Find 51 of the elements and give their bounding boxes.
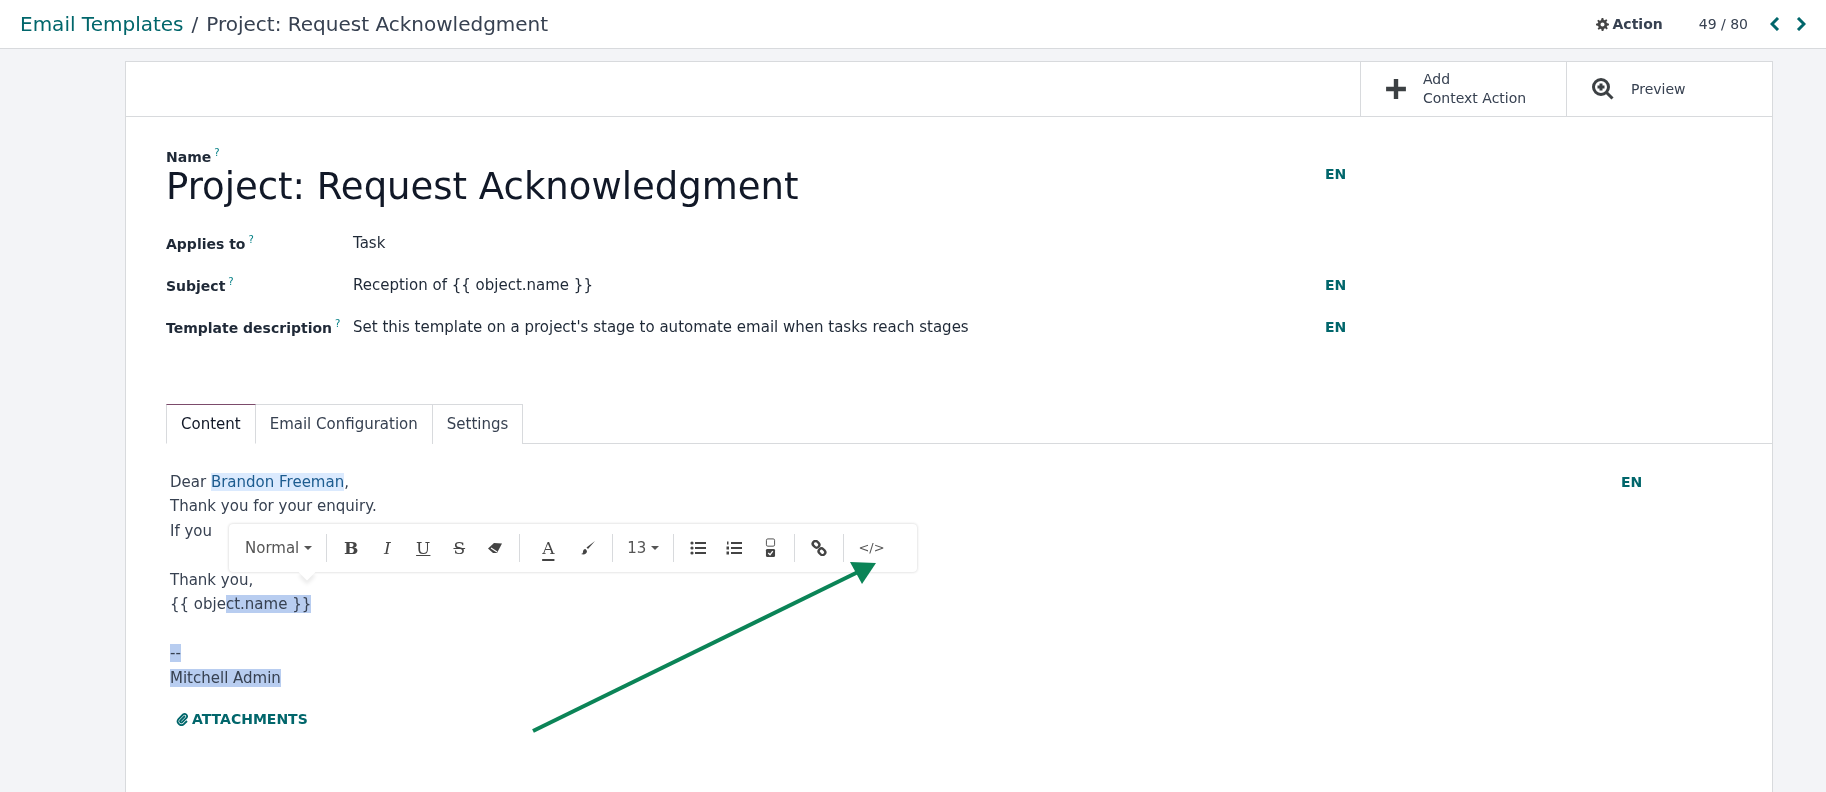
body-text: ct.name }} xyxy=(225,595,312,614)
tab[interactable]: Settings xyxy=(432,403,524,444)
language-button[interactable]: EN xyxy=(1325,276,1347,293)
paperclip-icon xyxy=(176,712,188,727)
format-button[interactable]: B xyxy=(333,530,370,565)
zoom-in-icon xyxy=(1591,77,1615,101)
font-size-dropdown[interactable]: 13 xyxy=(619,530,668,565)
field-label: Subject $^{?}$ xyxy=(166,275,235,294)
field-label: Applies to $^{?}$ xyxy=(166,233,255,252)
tab[interactable]: Content xyxy=(166,403,256,444)
body-text: -- xyxy=(170,644,181,663)
field-label: Template description $^{?}$ xyxy=(166,317,342,336)
bullet-list-icon xyxy=(690,540,707,555)
format-button[interactable]: U xyxy=(405,530,442,565)
language-button[interactable]: EN xyxy=(1325,318,1347,335)
paragraph-style-dropdown[interactable]: Normal xyxy=(237,530,321,565)
tab[interactable]: Email Configuration xyxy=(255,403,433,444)
brush-icon xyxy=(580,539,597,556)
body-text: , xyxy=(344,472,349,491)
checklist-icon xyxy=(764,537,776,558)
format-button[interactable]: S xyxy=(441,530,478,565)
field-value[interactable]: Set this template on a project's stage to automate email when tasks reach stages xyxy=(353,317,1325,336)
body-text: Thank you, xyxy=(170,570,254,589)
plus-icon xyxy=(1385,78,1407,100)
eraser-icon xyxy=(487,541,504,554)
chevron-left-icon[interactable] xyxy=(1770,17,1780,31)
body-text: Mitchell Admin xyxy=(170,668,281,687)
body-text: If you xyxy=(170,521,213,540)
body-text: Dear xyxy=(170,472,208,491)
template-name: Project: Request Acknowledgment xyxy=(166,164,800,208)
body-text: Thank you for your enquiry. xyxy=(170,497,377,516)
breadcrumb-current: Project: Request Acknowledgment xyxy=(206,12,549,36)
link-icon xyxy=(811,539,828,556)
gear-icon xyxy=(1595,17,1609,31)
field-label: Name $^{?}$ xyxy=(166,147,221,165)
body-text: {{ obje xyxy=(170,595,226,614)
language-button[interactable]: EN xyxy=(1621,473,1643,490)
numbered-list-icon xyxy=(726,540,743,555)
language-button[interactable]: EN xyxy=(1325,166,1347,183)
code-view-button[interactable]: </> xyxy=(850,530,893,565)
field-value[interactable]: Reception of {{ object.name }} xyxy=(353,275,1325,294)
pager-counter: 49 / 80 xyxy=(1698,16,1748,32)
breadcrumb-link[interactable]: Email Templates xyxy=(20,12,184,36)
text-color-button[interactable]: A xyxy=(526,530,571,565)
action-button[interactable]: Action xyxy=(1595,16,1663,32)
chevron-right-icon[interactable] xyxy=(1796,17,1806,31)
field-value[interactable]: Task xyxy=(353,233,1325,252)
body-text: Brandon Freeman xyxy=(210,472,345,491)
breadcrumb-separator: / xyxy=(191,12,199,36)
format-button[interactable]: I xyxy=(369,530,406,565)
attachments-link[interactable]: ATTACHMENTS xyxy=(176,707,308,732)
